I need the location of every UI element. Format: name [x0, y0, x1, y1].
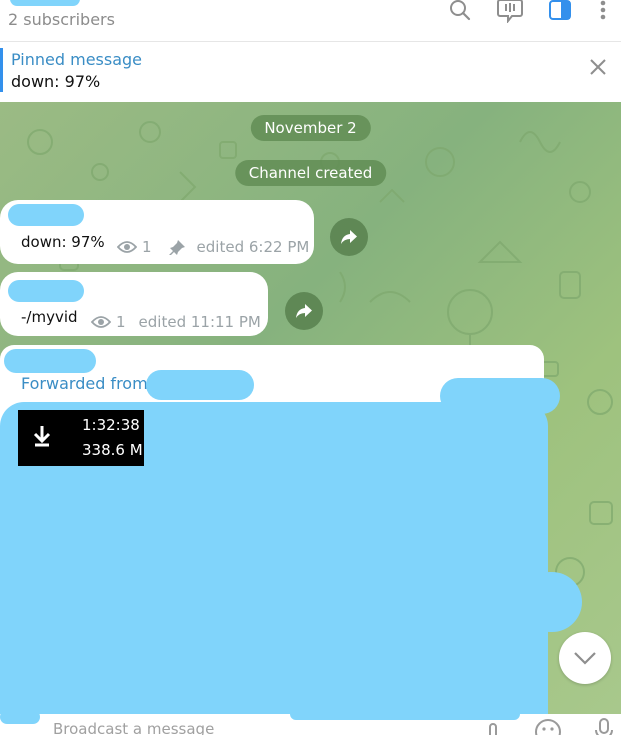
redacted-author — [8, 280, 84, 302]
edited-time: edited 11:11 PM — [138, 313, 261, 331]
pinned-title: Pinned message — [11, 50, 143, 69]
date-separator: November 2 — [250, 115, 371, 141]
microphone-icon[interactable] — [594, 718, 614, 735]
redacted-author — [4, 349, 96, 373]
video-duration: 1:32:38 — [82, 416, 140, 434]
pin-icon — [168, 240, 185, 255]
edited-time: edited 6:22 PM — [196, 238, 310, 256]
share-button[interactable] — [285, 292, 323, 330]
share-icon — [296, 304, 312, 318]
redacted-media — [0, 710, 40, 724]
emoji-icon[interactable] — [534, 718, 562, 735]
redacted-forward-source — [146, 370, 254, 400]
pinned-accent-bar — [0, 48, 3, 92]
discussion-icon[interactable] — [496, 0, 524, 23]
service-message: Channel created — [234, 160, 387, 186]
chat-history[interactable]: November 2 Channel created down: 97% 1 e… — [0, 102, 621, 714]
message-input[interactable]: Broadcast a message — [53, 720, 214, 735]
redacted-media — [290, 708, 520, 720]
share-icon — [341, 230, 357, 244]
sidebar-toggle-icon[interactable] — [546, 0, 574, 22]
more-vertical-icon[interactable] — [589, 0, 617, 22]
message-text: -/myvid — [21, 308, 78, 326]
redacted-media — [520, 572, 582, 632]
search-icon[interactable] — [446, 0, 474, 22]
forwarded-from-label[interactable]: Forwarded from — [21, 374, 148, 393]
message-text: down: 97% — [21, 233, 105, 251]
view-count: 1 — [142, 238, 152, 256]
message-composer[interactable]: Broadcast a message — [0, 708, 621, 735]
chevron-down-icon — [574, 652, 596, 665]
redacted-author — [8, 204, 84, 226]
scroll-down-button[interactable] — [559, 632, 611, 684]
message-meta: 1 edited 11:11 PM — [91, 313, 261, 331]
close-icon[interactable] — [587, 56, 609, 78]
message-bubble[interactable]: -/myvid 1 edited 11:11 PM — [0, 272, 268, 336]
views-icon — [91, 316, 111, 328]
video-thumbnail[interactable]: 1:32:38 338.6 MB — [18, 410, 144, 466]
redacted-channel-name — [10, 0, 80, 6]
download-icon[interactable] — [32, 424, 52, 448]
views-icon — [117, 241, 137, 253]
pinned-message-bar[interactable]: Pinned message down: 97% — [0, 42, 621, 102]
video-size: 338.6 MB — [82, 441, 142, 459]
chat-header: 2 subscribers — [0, 0, 621, 42]
pinned-text: down: 97% — [11, 72, 101, 91]
redacted-media — [440, 378, 560, 414]
attach-icon[interactable] — [486, 722, 502, 735]
message-bubble[interactable]: down: 97% 1 edited 6:22 PM — [0, 200, 314, 264]
message-meta: 1 edited 6:22 PM — [117, 238, 309, 256]
subscriber-count: 2 subscribers — [8, 10, 115, 29]
view-count: 1 — [116, 313, 126, 331]
share-button[interactable] — [330, 218, 368, 256]
